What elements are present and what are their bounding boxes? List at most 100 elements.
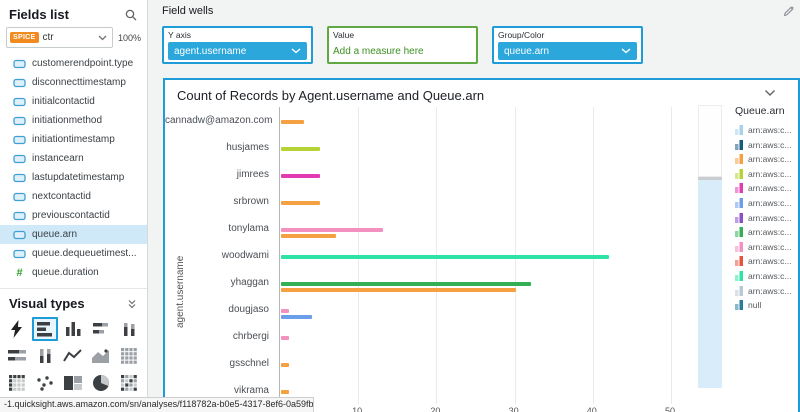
x-tick-label: 30 — [508, 406, 519, 412]
bar[interactable] — [281, 228, 383, 232]
horizontal-bar-icon — [37, 322, 52, 337]
visual-type-area-line-chart[interactable] — [88, 344, 114, 368]
category-label: husjames — [226, 142, 269, 153]
legend-item[interactable]: arn:aws:c... — [735, 183, 799, 194]
legend-item[interactable]: arn:aws:c... — [735, 285, 799, 296]
legend-item[interactable]: null — [735, 300, 799, 311]
visual-type-pie-chart[interactable] — [88, 371, 114, 395]
field-label: customerendpoint.type — [32, 58, 134, 69]
legend-item[interactable]: arn:aws:c... — [735, 125, 799, 135]
legend-swatch-icon — [735, 227, 743, 238]
category-label: gsschnel — [229, 358, 269, 369]
legend-swatch-icon — [735, 139, 743, 150]
visual-type-horizontal-bar[interactable] — [32, 317, 58, 341]
dataset-selector[interactable]: SPICE ctr — [6, 27, 113, 48]
fields-sidebar: Fields list SPICE ctr 100% customerendpo… — [0, 0, 148, 412]
field-item-queue-arn[interactable]: queue.arn — [0, 225, 147, 244]
fields-list: customerendpoint.type disconnecttimestamp… — [0, 48, 147, 282]
field-item-initiationmethod[interactable]: initiationmethod — [0, 111, 147, 130]
bar[interactable] — [281, 255, 610, 259]
field-item-lastupdatetimestamp[interactable]: lastupdatetimestamp — [0, 168, 147, 187]
visual-type-vertical-100-stacked-bar[interactable] — [32, 344, 58, 368]
group-color-field-pill[interactable]: queue.arn — [498, 42, 637, 60]
chart-scrollbar[interactable] — [698, 105, 722, 388]
visual-type-tree-map[interactable] — [60, 371, 86, 395]
chevron-down-icon — [98, 35, 107, 40]
visual-type-vertical-bar[interactable] — [60, 317, 86, 341]
string-field-icon — [13, 211, 26, 220]
bar[interactable] — [281, 390, 289, 394]
string-field-icon — [13, 173, 26, 182]
string-field-icon — [13, 135, 26, 144]
bar[interactable] — [281, 174, 321, 178]
x-tick-label: 50 — [664, 406, 676, 412]
legend-title: Queue.arn — [735, 105, 785, 117]
string-field-icon — [13, 230, 26, 239]
legend-swatch-icon — [735, 300, 743, 311]
legend-item[interactable]: arn:aws:c... — [735, 256, 799, 267]
visual-type-scatter-plot[interactable] — [32, 371, 58, 395]
collapse-chevrons-icon[interactable] — [127, 299, 137, 309]
table-icon — [121, 348, 137, 364]
bar[interactable] — [281, 288, 516, 292]
bar-group — [281, 390, 289, 396]
bar[interactable] — [281, 309, 289, 313]
legend-swatch-icon — [735, 256, 743, 267]
field-item-initialcontactid[interactable]: initialcontactid — [0, 92, 147, 111]
string-field-icon — [13, 116, 26, 125]
field-item-disconnecttimestamp[interactable]: disconnecttimestamp — [0, 73, 147, 92]
visual-type-autograph[interactable] — [4, 317, 30, 341]
bar[interactable] — [281, 147, 321, 151]
pill-label: agent.username — [174, 45, 247, 57]
scrollbar-window — [698, 180, 722, 388]
category-label: cannadw@amazon.com — [165, 115, 273, 126]
field-item-initiationtimestamp[interactable]: initiationtimestamp — [0, 130, 147, 149]
spice-badge: SPICE — [10, 32, 39, 43]
field-item-previouscontactid[interactable]: previouscontactid — [0, 206, 147, 225]
bar[interactable] — [281, 282, 532, 286]
legend-label: arn:aws:c... — [748, 139, 792, 150]
legend-swatch-icon — [735, 197, 743, 208]
legend-item[interactable]: arn:aws:c... — [735, 197, 799, 208]
category-label: chrbergi — [232, 331, 269, 342]
visual-type-vertical-stacked-bar[interactable] — [116, 317, 142, 341]
bar[interactable] — [281, 120, 305, 124]
visual-container[interactable]: Count of Records by Agent.username and Q… — [163, 78, 800, 412]
pencil-icon[interactable] — [783, 6, 794, 17]
field-item-queue-dequeuetimest-[interactable]: queue.dequeuetimest... — [0, 244, 147, 263]
visual-type-horizontal-100-stacked-bar[interactable] — [4, 344, 30, 368]
legend-item[interactable]: arn:aws:c... — [735, 168, 799, 179]
chevron-down-icon — [621, 48, 631, 54]
field-item-queue-duration[interactable]: # queue.duration — [0, 263, 147, 282]
y-axis-field-pill[interactable]: agent.username — [168, 42, 307, 60]
spice-capacity: 100% — [117, 32, 141, 43]
legend-item[interactable]: arn:aws:c... — [735, 212, 799, 223]
visual-type-table[interactable] — [116, 344, 142, 368]
bar[interactable] — [281, 234, 336, 238]
legend-swatch-icon — [735, 270, 743, 281]
visual-type-line-chart[interactable] — [60, 344, 86, 368]
legend-item[interactable]: arn:aws:c... — [735, 270, 799, 281]
dataset-row: SPICE ctr 100% — [0, 27, 147, 48]
legend-item[interactable]: arn:aws:c... — [735, 154, 799, 165]
search-icon[interactable] — [125, 9, 137, 21]
bar[interactable] — [281, 315, 313, 319]
add-measure-placeholder[interactable]: Add a measure here — [333, 46, 472, 57]
legend-item[interactable]: arn:aws:c... — [735, 227, 799, 238]
legend-item[interactable]: arn:aws:c... — [735, 241, 799, 252]
visual-type-pivot-table[interactable] — [4, 371, 30, 395]
legend-swatch-icon — [735, 125, 743, 135]
legend-item[interactable]: arn:aws:c... — [735, 139, 799, 150]
legend: Queue.arn arn:aws:c... arn:aws:c... arn:aw… — [735, 105, 799, 315]
bar[interactable] — [281, 201, 321, 205]
field-item-customerendpoint-type[interactable]: customerendpoint.type — [0, 54, 147, 73]
field-item-nextcontactid[interactable]: nextcontactid — [0, 187, 147, 206]
visual-type-heat-map[interactable] — [116, 371, 142, 395]
bar[interactable] — [281, 336, 289, 340]
scatter-plot-icon — [37, 376, 53, 391]
field-label: queue.dequeuetimest... — [32, 248, 137, 259]
visual-menu-chevron-icon[interactable] — [764, 89, 776, 97]
field-item-instancearn[interactable]: instancearn — [0, 149, 147, 168]
visual-type-horizontal-stacked-bar[interactable] — [88, 317, 114, 341]
bar[interactable] — [281, 363, 289, 367]
